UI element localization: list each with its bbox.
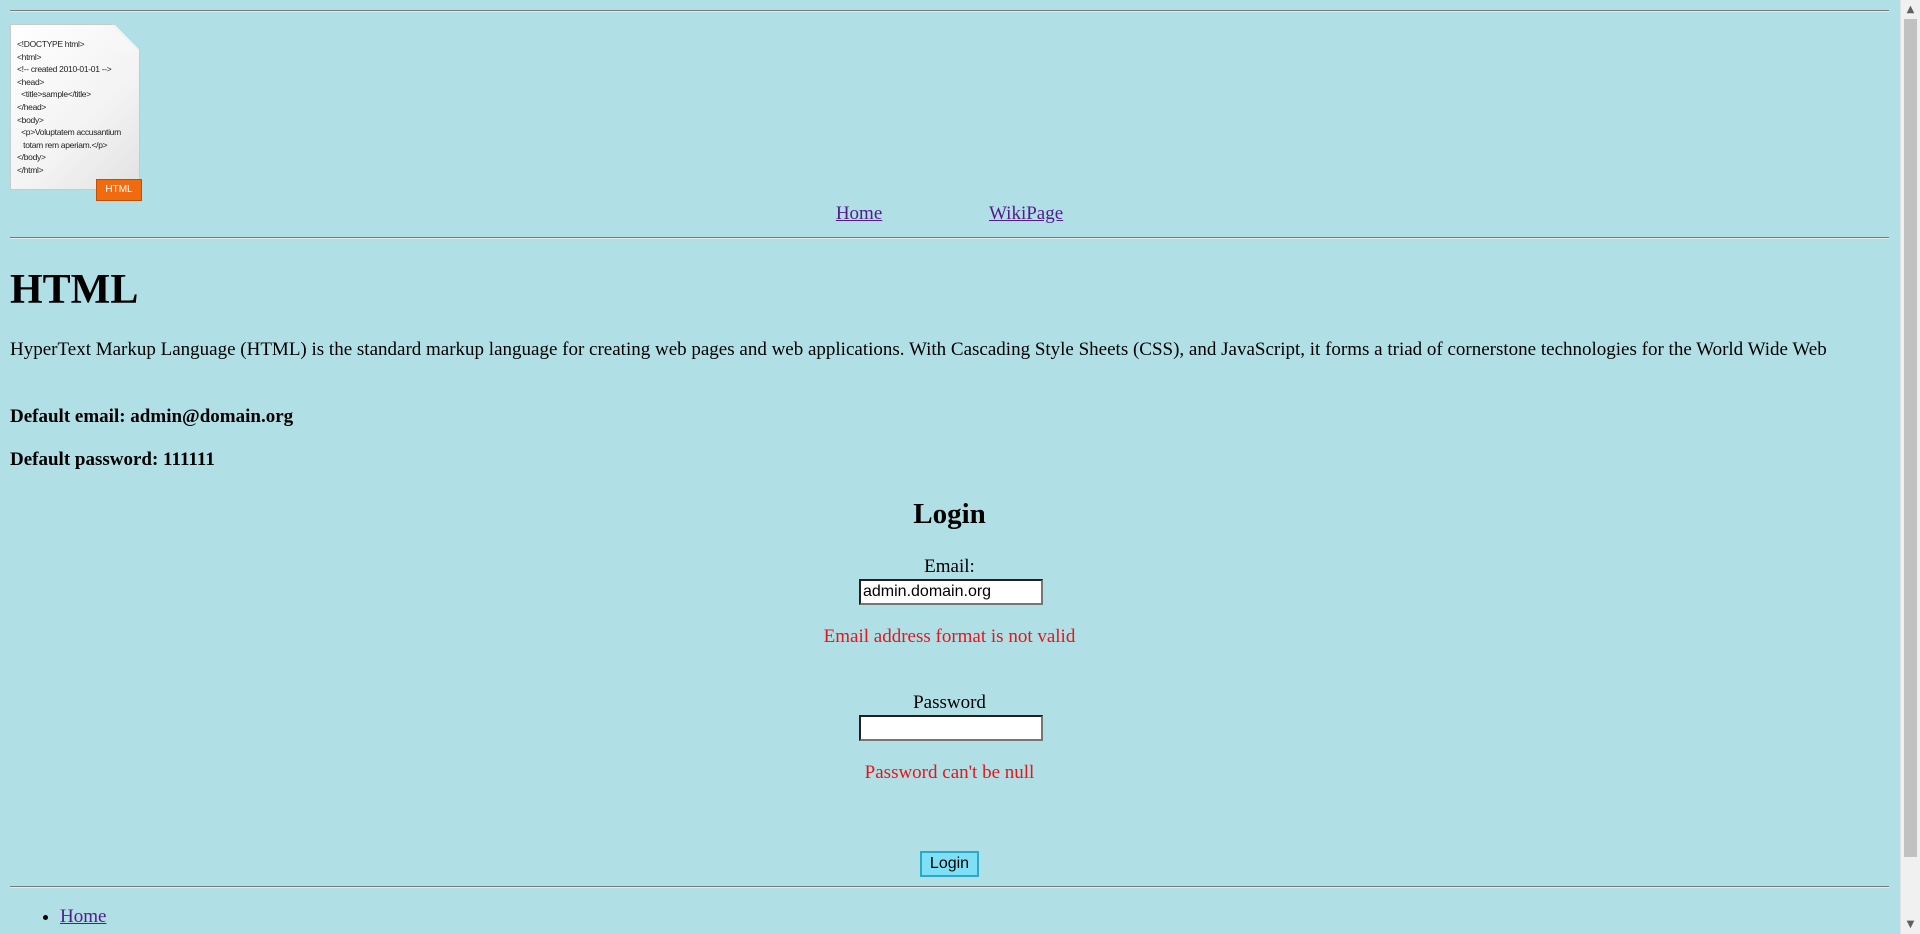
logo-code-line: totam rem aperiam.</p> (17, 139, 108, 150)
scrollbar-thumb[interactable] (1904, 19, 1917, 857)
logo-code-line: <!-- created 2010-01-01 --> (17, 64, 112, 75)
nav-link-home[interactable]: Home (836, 203, 882, 224)
footer-nav-list: Home (10, 906, 106, 928)
logo-code-line: <p>Voluptatem accusantium (17, 127, 121, 138)
email-field[interactable] (859, 579, 1043, 605)
password-error-message: Password can't be null (864, 762, 1035, 783)
email-label: Email: (924, 556, 975, 577)
top-divider (10, 10, 1889, 12)
logo-code-line: <head> (17, 76, 45, 87)
vertical-scrollbar[interactable]: ▲ ▼ (1900, 0, 1920, 934)
header-divider (10, 237, 1889, 239)
top-navigation: Home WikiPage (10, 203, 1889, 225)
page-title: HTML (10, 267, 139, 313)
logo-code-line: <title>sample</title> (17, 89, 91, 100)
html-badge: HTML (96, 179, 142, 201)
password-label: Password (913, 692, 986, 713)
logo-code-line: </html> (17, 164, 44, 175)
login-button[interactable]: Login (920, 851, 979, 877)
footer-link-home[interactable]: Home (60, 906, 106, 927)
default-password-text: Default password: 111111 (10, 449, 215, 470)
footer-divider (10, 886, 1889, 888)
password-field[interactable] (859, 715, 1043, 741)
login-heading: Login (913, 498, 986, 530)
intro-paragraph: HyperText Markup Language (HTML) is the … (10, 339, 1827, 360)
footer-list-item: Home (60, 906, 106, 928)
logo-code-line: <html> (17, 51, 42, 62)
logo-code-line: <!DOCTYPE html> (17, 39, 85, 49)
nav-link-wikipage[interactable]: WikiPage (989, 203, 1063, 224)
logo-code-line: <body> (17, 114, 44, 125)
logo-code-line: </body> (17, 152, 46, 163)
chevron-up-icon[interactable]: ▲ (1901, 0, 1920, 19)
logo-code-text: <!DOCTYPE html> <html> <!-- created 2010-0… (17, 38, 135, 177)
html-document-logo: <!DOCTYPE html> <html> <!-- created 2010-0… (10, 24, 142, 201)
logo-code-line: </head> (17, 101, 47, 112)
chevron-down-icon[interactable]: ▼ (1901, 915, 1920, 934)
email-error-message: Email address format is not valid (823, 626, 1076, 647)
default-email-text: Default email: admin@domain.org (10, 406, 294, 427)
